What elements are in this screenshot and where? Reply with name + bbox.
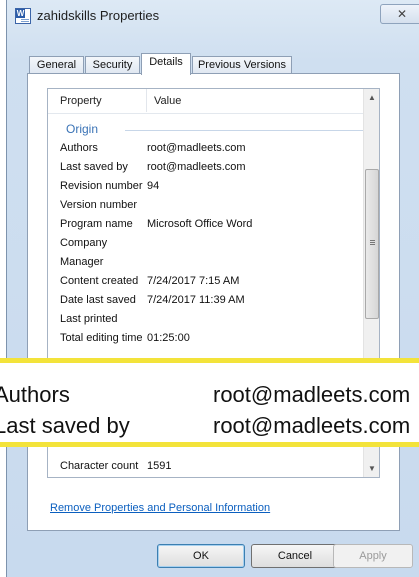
property-row[interactable]: Last saved by root@madleets.com [48,158,363,177]
property-name: Last saved by [60,161,128,173]
property-value: 7/24/2017 11:39 AM [147,294,245,306]
zoom-property-value: root@madleets.com [213,382,411,407]
zoom-property-value: root@madleets.com [213,413,411,438]
property-value: root@madleets.com [147,142,246,154]
details-panel: Property Value Origin Authors root@madle… [27,73,400,531]
window-title: zahidskills Properties [37,8,160,23]
zoom-property-name: Authors [0,382,70,407]
property-name: Date last saved [60,294,136,306]
ok-button[interactable]: OK [157,544,245,568]
group-divider [125,130,363,131]
zoom-property-name: Last saved by [0,413,130,438]
scrollbar-thumb[interactable] [365,169,379,319]
close-button[interactable]: ✕ [380,4,419,24]
zoom-callout: Authors root@madleets.com Last saved by … [0,358,419,447]
property-value: 1591 [147,460,172,472]
tab-details[interactable]: Details [141,53,191,75]
properties-window: W zahidskills Properties ✕ General Secur… [6,0,419,577]
property-row[interactable]: Character count 1591 [48,457,363,476]
property-row[interactable]: Last printed [48,310,363,329]
property-row[interactable]: Version number [48,196,363,215]
property-name: Total editing time [60,332,143,344]
apply-button[interactable]: Apply [333,544,413,568]
scroll-up-arrow-icon[interactable]: ▲ [364,89,379,106]
property-row[interactable]: Revision number 94 [48,177,363,196]
word-document-icon: W [15,8,31,24]
property-value: 01:25:00 [147,332,190,344]
title-bar[interactable]: W zahidskills Properties ✕ [7,0,419,30]
property-row[interactable]: Manager [48,253,363,272]
tab-previous-versions[interactable]: Previous Versions [192,56,292,74]
tab-general[interactable]: General [29,56,84,74]
property-value: Microsoft Office Word [147,218,253,230]
scroll-down-arrow-icon[interactable]: ▼ [364,460,379,477]
property-name: Manager [60,256,104,268]
property-row[interactable]: Authors root@madleets.com [48,139,363,158]
remove-properties-link[interactable]: Remove Properties and Personal Informati… [50,502,270,514]
property-row[interactable]: Total editing time 01:25:00 [48,329,363,348]
column-header-property[interactable]: Property [60,95,102,107]
property-row[interactable]: Content created 7/24/2017 7:15 AM [48,272,363,291]
property-name: Version number [60,199,138,211]
property-row[interactable]: Company [48,234,363,253]
cancel-button[interactable]: Cancel [251,544,339,568]
column-header-value[interactable]: Value [154,95,181,107]
property-name: Company [60,237,108,249]
property-name: Authors [60,142,98,154]
property-value: 7/24/2017 7:15 AM [147,275,240,287]
property-value: 94 [147,180,160,192]
property-row[interactable]: Program name Microsoft Office Word [48,215,363,234]
tab-security[interactable]: Security [85,56,140,74]
grid-header: Property Value [48,89,363,114]
group-heading-origin: Origin [66,122,99,136]
property-name: Program name [60,218,133,230]
property-name: Character count [60,460,139,472]
property-name: Content created [60,275,139,287]
property-row[interactable]: Date last saved 7/24/2017 11:39 AM [48,291,363,310]
property-name: Revision number [60,180,143,192]
property-value: root@madleets.com [147,161,246,173]
property-name: Last printed [60,313,118,325]
